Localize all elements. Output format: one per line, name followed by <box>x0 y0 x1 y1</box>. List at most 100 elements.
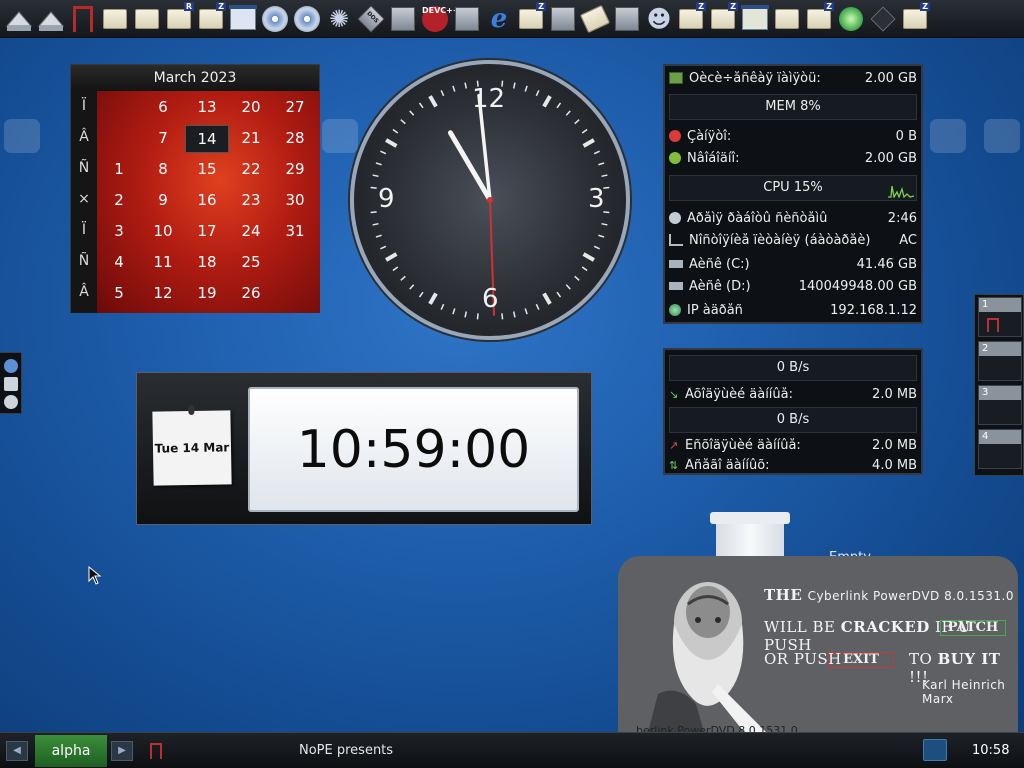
clock-minute-tick <box>372 222 379 226</box>
pager-desk-3[interactable]: 3 <box>978 385 1022 425</box>
devcpp-icon[interactable]: DEVC++ <box>420 4 460 34</box>
calendar-day-cell[interactable]: 7 <box>141 125 185 153</box>
cube-icon[interactable] <box>868 4 898 34</box>
cd-icon[interactable] <box>292 4 322 34</box>
tray-arrow-icon[interactable] <box>36 4 66 34</box>
calendar-day-cell[interactable]: 13 <box>185 94 229 122</box>
terminal-icon[interactable] <box>740 4 770 34</box>
download-rate: 0 B/s <box>776 360 810 375</box>
calendar-day-cell[interactable]: 11 <box>141 249 185 277</box>
free-icon <box>669 152 681 164</box>
power-label: Ñîñòîÿíèå ïèòàíèÿ (áàòàðåè) <box>689 232 871 248</box>
next-workspace-button[interactable]: ▶ <box>111 741 133 761</box>
calendar-day-cell[interactable]: 6 <box>141 94 185 122</box>
calendar-day-cell[interactable]: 17 <box>185 218 229 246</box>
line1-word: THE <box>764 586 803 604</box>
clock-minute-tick <box>535 90 540 97</box>
clock-minute-tick <box>409 110 415 116</box>
calendar-day-cell[interactable]: 5 <box>97 280 141 308</box>
calendar-day-cell[interactable]: 9 <box>141 187 185 215</box>
calendar-day-cell[interactable]: 21 <box>229 125 273 153</box>
clock-minute-tick <box>593 150 600 155</box>
uptime-value: 2:46 <box>887 210 917 226</box>
raccoon-icon[interactable]: ☻ <box>644 4 674 34</box>
ie-icon[interactable]: e <box>484 4 514 34</box>
dock-tile <box>4 119 40 153</box>
used-row: Çàíÿòî: 0 B <box>669 126 917 146</box>
clock-minute-tick <box>574 119 580 125</box>
calendar-day-cell[interactable]: 26 <box>229 280 273 308</box>
calendar-day-cell[interactable]: 1 <box>97 156 141 184</box>
folder-z-icon[interactable] <box>804 4 834 34</box>
exit-button[interactable]: EXIT <box>828 652 894 668</box>
pager-desk-1[interactable]: 1 <box>978 297 1022 337</box>
calendar-today-cell[interactable]: 14 <box>185 125 229 153</box>
clock-hour-tick <box>385 138 398 148</box>
mem-bar-label: MEM 8% <box>765 99 821 114</box>
free-value: 2.00 GB <box>864 150 917 166</box>
task-title[interactable]: NoPE presents <box>299 743 393 758</box>
calendar-day-cell[interactable]: 16 <box>185 187 229 215</box>
clock-minute-tick <box>464 82 468 89</box>
calendar-day-cell[interactable]: 2 <box>97 187 141 215</box>
clock-minute-tick <box>370 186 377 189</box>
calendar-day-cell[interactable]: 8 <box>141 156 185 184</box>
calendar-day-cell[interactable]: 12 <box>141 280 185 308</box>
calendar-day-cell[interactable]: 23 <box>229 187 273 215</box>
network-icon[interactable]: ✺ <box>324 4 354 34</box>
folder-z-icon[interactable] <box>900 4 930 34</box>
folder-z-icon[interactable] <box>708 4 738 34</box>
pager-desk-4[interactable]: 4 <box>978 429 1022 469</box>
calendar-day-cell[interactable]: 31 <box>273 218 317 246</box>
disc-icon[interactable] <box>260 4 290 34</box>
workspace-button[interactable]: alpha <box>35 735 107 767</box>
clock-minute-tick <box>400 119 406 125</box>
download-label: Âõîäÿùèé äàííûå: <box>685 386 793 402</box>
calendar-widget: March 2023 Ï Â Ñ × Ï Ñ Â 1 2 3 4 5 6 7 8 9 10 11 12… <box>70 64 320 313</box>
calendar-day-cell[interactable]: 22 <box>229 156 273 184</box>
red-box-icon[interactable] <box>150 743 162 759</box>
calendar-day-cell[interactable]: 24 <box>229 218 273 246</box>
window-icon[interactable] <box>228 4 258 34</box>
folder-icon[interactable] <box>100 4 130 34</box>
folder-icon[interactable] <box>772 4 802 34</box>
clock-minute-tick <box>400 275 406 281</box>
registry-icon[interactable] <box>452 4 482 34</box>
registry-icon[interactable] <box>388 4 418 34</box>
calendar-day-cell[interactable]: 15 <box>185 156 229 184</box>
computer-icon[interactable] <box>548 4 578 34</box>
pager-desk-2[interactable]: 2 <box>978 341 1022 381</box>
calendar-day-cell[interactable]: 4 <box>97 249 141 277</box>
folder-z-icon[interactable] <box>516 4 546 34</box>
folder-z-icon[interactable] <box>676 4 706 34</box>
calendar-day-cell[interactable]: 10 <box>141 218 185 246</box>
prev-workspace-button[interactable]: ◀ <box>6 741 28 761</box>
calendar-day-cell[interactable]: 25 <box>229 249 273 277</box>
play-icon[interactable] <box>4 395 18 409</box>
pager-desk-number: 1 <box>979 298 1021 312</box>
clock-numeral-12: 12 <box>472 84 506 114</box>
network-pc-icon[interactable] <box>612 4 642 34</box>
calendar-day-cell[interactable]: 20 <box>229 94 273 122</box>
calendar-day-cell[interactable]: 27 <box>273 94 317 122</box>
folder-z-icon[interactable] <box>196 4 226 34</box>
envelope-icon[interactable] <box>579 4 611 34</box>
tray-icon[interactable] <box>923 739 947 761</box>
patch-button[interactable]: PATCH <box>940 620 1006 636</box>
calendar-day-cell[interactable]: 28 <box>273 125 317 153</box>
document-icon[interactable] <box>4 377 18 391</box>
calendar-day-cell[interactable]: 19 <box>185 280 229 308</box>
folder-r-icon[interactable] <box>164 4 194 34</box>
calendar-day-cell[interactable]: 3 <box>97 218 141 246</box>
clock-hour-tick <box>428 95 438 108</box>
calendar-day-cell[interactable]: 18 <box>185 249 229 277</box>
calendar-day-cell[interactable]: 29 <box>273 156 317 184</box>
ie-icon[interactable] <box>4 359 18 373</box>
dosbox-icon[interactable]: DOS <box>356 4 386 34</box>
red-box-icon[interactable] <box>68 4 98 34</box>
recycle-icon[interactable] <box>836 4 866 34</box>
folder-icon[interactable] <box>132 4 162 34</box>
tray-arrow-icon[interactable] <box>4 4 34 34</box>
calendar-day-cell[interactable]: 30 <box>273 187 317 215</box>
ram-total-row: Ôècè÷åñêàÿ ïàìÿòü: 2.00 GB <box>669 68 917 88</box>
